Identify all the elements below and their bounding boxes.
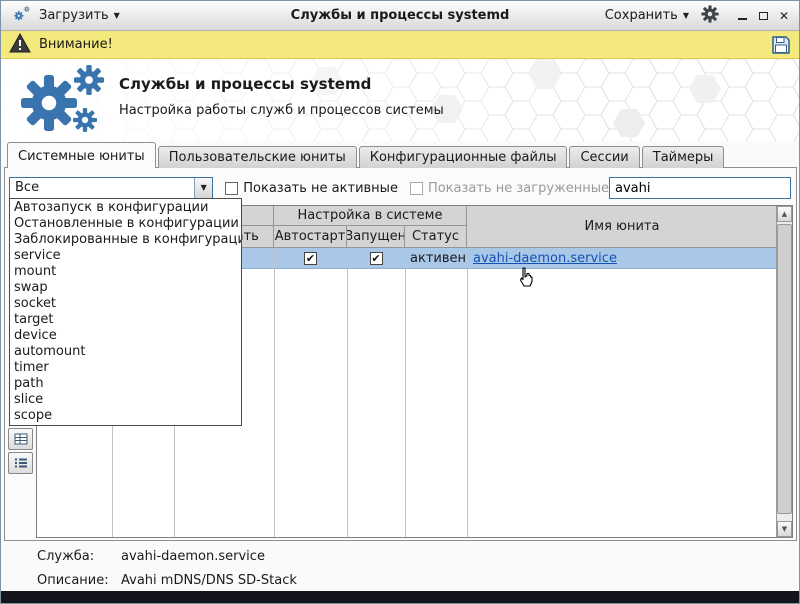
- show-unloaded-label: Показать не загруженные: [428, 181, 609, 196]
- view-table-button[interactable]: [8, 428, 33, 450]
- autostart-checkbox-checked[interactable]: ✔: [304, 252, 317, 265]
- show-inactive-label: Показать не активные: [243, 181, 398, 196]
- show-inactive-checkbox-group: Показать не активные: [225, 181, 398, 196]
- description-info-row: Описание: Avahi mDNS/DNS SD-Stack: [37, 573, 297, 588]
- titlebar: Загрузить ▼ Службы и процессы systemd Со…: [1, 1, 799, 31]
- service-label: Служба:: [37, 549, 121, 564]
- scroll-up-button[interactable]: ▲: [777, 206, 792, 222]
- maximize-button[interactable]: [756, 9, 770, 23]
- load-menu-label: Загрузить: [39, 8, 109, 23]
- dropdown-option[interactable]: scope: [10, 408, 241, 424]
- filter-row: Все ▼ Показать не активные Показать не з…: [9, 177, 791, 199]
- table-icon: [14, 433, 28, 445]
- close-button[interactable]: ✕: [777, 9, 791, 23]
- scroll-down-button[interactable]: ▼: [777, 521, 792, 537]
- header-unit-name[interactable]: Имя юнита: [467, 206, 778, 248]
- warning-bar: Внимание!: [1, 31, 799, 59]
- tab-config-files[interactable]: Конфигурационные файлы: [359, 146, 568, 168]
- minimize-button[interactable]: [735, 9, 749, 23]
- column-divider: [467, 248, 468, 537]
- dropdown-option[interactable]: slice: [10, 392, 241, 408]
- dropdown-option[interactable]: timer: [10, 360, 241, 376]
- column-divider: [405, 248, 406, 537]
- load-menu-button[interactable]: Загрузить ▼: [39, 8, 120, 23]
- dropdown-option[interactable]: swap: [10, 280, 241, 296]
- tab-user-units[interactable]: Пользовательские юниты: [158, 146, 357, 168]
- maximize-icon: [759, 12, 768, 20]
- column-divider: [274, 248, 275, 537]
- tab-system-units[interactable]: Системные юниты: [7, 142, 156, 168]
- close-icon: ✕: [779, 10, 789, 22]
- dropdown-option[interactable]: Остановленные в конфигурации: [10, 216, 241, 232]
- status-value: активен: [405, 251, 466, 266]
- minimize-icon: [738, 18, 747, 20]
- warning-triangle-icon: [9, 33, 31, 57]
- header-col-running[interactable]: Запущен: [347, 226, 405, 248]
- dropdown-option[interactable]: socket: [10, 296, 241, 312]
- view-list-button[interactable]: [8, 452, 33, 474]
- dropdown-option[interactable]: automount: [10, 344, 241, 360]
- warning-text: Внимание!: [39, 37, 113, 52]
- save-menu-label: Сохранить: [605, 8, 678, 23]
- app-gears-icon: [9, 3, 33, 29]
- tab-bar: Системные юниты Пользовательские юниты К…: [7, 142, 724, 168]
- unit-type-combobox[interactable]: Все ▼: [9, 177, 213, 199]
- save-menu-button[interactable]: Сохранить ▼: [605, 8, 689, 23]
- list-icon: [14, 457, 28, 469]
- combobox-dropdown-button[interactable]: ▼: [194, 178, 212, 198]
- tab-sessions[interactable]: Сессии: [569, 146, 639, 168]
- header-col-status[interactable]: Статус: [405, 226, 467, 248]
- dropdown-option[interactable]: device: [10, 328, 241, 344]
- dropdown-option[interactable]: path: [10, 376, 241, 392]
- show-unloaded-checkbox[interactable]: [410, 182, 423, 195]
- search-input[interactable]: [609, 177, 791, 199]
- dropdown-option[interactable]: target: [10, 312, 241, 328]
- window-bottom-bar: [1, 591, 799, 603]
- caret-down-icon: ▼: [683, 12, 689, 20]
- tab-timers[interactable]: Таймеры: [642, 146, 725, 168]
- dropdown-option[interactable]: mount: [10, 264, 241, 280]
- unit-type-dropdown-list: Автозапуск в конфигурации Остановленные …: [9, 198, 242, 426]
- running-checkbox-checked[interactable]: ✔: [370, 252, 383, 265]
- vertical-scrollbar[interactable]: ▲ ▼: [776, 206, 792, 537]
- service-value: avahi-daemon.service: [121, 549, 265, 564]
- header-col-autostart[interactable]: Автостарт: [274, 226, 347, 248]
- banner-gears-icon: [17, 63, 113, 141]
- page-subtitle: Настройка работы служб и процессов систе…: [119, 103, 444, 118]
- column-divider: [347, 248, 348, 537]
- save-report-button[interactable]: [771, 35, 791, 55]
- dropdown-option[interactable]: service: [10, 248, 241, 264]
- caret-down-icon: ▼: [114, 12, 120, 20]
- combobox-value: Все: [10, 178, 194, 198]
- hand-cursor-icon: [517, 267, 534, 292]
- unit-name-link[interactable]: avahi-daemon.service: [467, 251, 617, 266]
- header-banner: Службы и процессы systemd Настройка рабо…: [1, 59, 799, 141]
- show-inactive-checkbox[interactable]: [225, 182, 238, 195]
- service-info-row: Служба: avahi-daemon.service: [37, 549, 265, 564]
- dropdown-option[interactable]: Заблокированные в конфигурации: [10, 232, 241, 248]
- header-group-system[interactable]: Настройка в системе: [274, 206, 467, 226]
- page-title: Службы и процессы systemd: [119, 75, 444, 93]
- app-window: Загрузить ▼ Службы и процессы systemd Со…: [0, 0, 800, 604]
- settings-gear-button[interactable]: [701, 5, 719, 27]
- dropdown-option[interactable]: Автозапуск в конфигурации: [10, 200, 241, 216]
- caret-down-icon: ▼: [201, 184, 207, 192]
- scrollbar-thumb[interactable]: [777, 224, 792, 514]
- description-value: Avahi mDNS/DNS SD-Stack: [121, 573, 297, 588]
- description-label: Описание:: [37, 573, 121, 588]
- show-unloaded-checkbox-group: Показать не загруженные: [410, 181, 609, 196]
